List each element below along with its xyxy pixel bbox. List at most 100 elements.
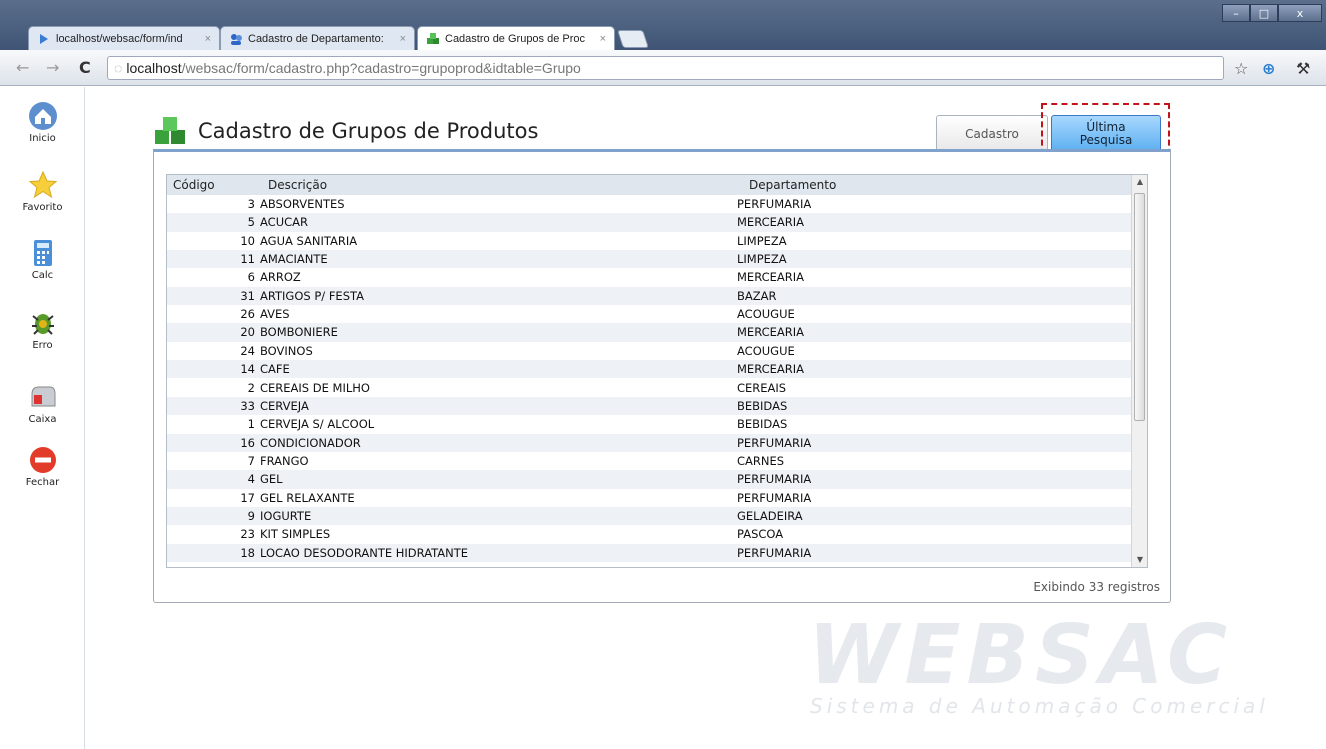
cell-descricao: FRANGO	[260, 453, 309, 468]
cell-codigo: 20	[240, 325, 255, 340]
table-row[interactable]: 17 GEL RELAXANTE PERFUMARIA	[167, 488, 1133, 507]
cell-departamento: ACOUGUE	[737, 343, 795, 358]
scroll-down-icon[interactable]: ▼	[1132, 553, 1147, 567]
table-row[interactable]: 2 CEREAIS DE MILHO CEREAIS	[167, 378, 1133, 397]
cell-descricao: CERVEJA S/ ALCOOL	[260, 417, 375, 432]
grid-scrollbar[interactable]: ▲ ▼	[1131, 175, 1147, 567]
tab-close-icon[interactable]: ×	[400, 33, 406, 45]
browser-tab-2[interactable]: Cadastro de Departamento: ×	[220, 26, 415, 50]
table-row[interactable]: 1 CERVEJA S/ ALCOOL BEBIDAS	[167, 415, 1133, 434]
cell-codigo: 24	[240, 343, 255, 358]
url-path: /websac/form/cadastro.php?cadastro=grupo…	[181, 60, 581, 76]
cell-descricao: CAFE	[260, 362, 290, 377]
close-window-button[interactable]: x	[1278, 4, 1322, 22]
cell-codigo: 7	[247, 453, 255, 468]
cell-codigo: 16	[240, 435, 255, 450]
browser-titlebar: localhost/websac/form/ind × Cadastro de …	[0, 0, 1326, 50]
cell-descricao: GEL RELAXANTE	[260, 490, 355, 505]
table-row[interactable]: 18 LOCAO DESODORANTE HIDRATANTE PERFUMARIA	[167, 543, 1133, 562]
sidebar-item-label: Inicio	[29, 133, 56, 144]
cell-codigo: 14	[240, 362, 255, 377]
tab-close-icon[interactable]: ×	[600, 33, 606, 45]
cell-descricao: AVES	[260, 307, 290, 322]
cell-departamento: MERCEARIA	[737, 270, 805, 285]
cell-codigo: 3	[247, 197, 255, 211]
table-row[interactable]: 10 AGUA SANITARIA LIMPEZA	[167, 231, 1133, 251]
cell-descricao: GEL	[260, 472, 283, 487]
users-icon	[229, 32, 243, 46]
cell-codigo: 2	[247, 380, 255, 395]
websac-watermark-logo: WEBSAC	[808, 608, 1234, 703]
table-row[interactable]: 4 GEL PERFUMARIA	[167, 470, 1133, 489]
sidebar-item-label: Erro	[32, 340, 53, 351]
extension-icon[interactable]: ⊕	[1262, 59, 1275, 78]
table-row[interactable]: 14 CAFE MERCEARIA	[167, 360, 1133, 379]
table-row[interactable]: 3 ABSORVENTES PERFUMARIA	[167, 195, 1133, 214]
grid-header: Código Descrição Departamento	[167, 175, 1133, 195]
sidebar-item-favorito[interactable]: Favorito	[0, 170, 85, 213]
new-tab-button[interactable]	[617, 30, 649, 48]
cell-departamento: GELADEIRA	[737, 508, 803, 523]
minimize-button[interactable]: –	[1222, 4, 1250, 22]
cell-departamento: MERCEARIA	[737, 362, 805, 377]
table-row[interactable]: 33 CERVEJA BEBIDAS	[167, 396, 1133, 416]
cell-descricao: ABSORVENTES	[260, 197, 345, 211]
cell-codigo: 33	[240, 398, 255, 413]
table-row[interactable]: 26 AVES ACOUGUE	[167, 305, 1133, 324]
table-row[interactable]: 24 BOVINOS ACOUGUE	[167, 341, 1133, 361]
results-panel: Código Descrição Departamento 3 ABSORVENT…	[153, 149, 1171, 603]
table-row[interactable]: 31 ARTIGOS P/ FESTA BAZAR	[167, 286, 1133, 306]
sidebar-item-calc[interactable]: Calc	[0, 238, 85, 281]
header-codigo[interactable]: Código	[173, 178, 215, 192]
cell-codigo: 11	[240, 252, 255, 267]
sidebar-item-fechar[interactable]: Fechar	[0, 445, 85, 488]
cell-descricao: BOVINOS	[260, 343, 313, 358]
sidebar-item-label: Favorito	[22, 202, 63, 213]
header-departamento[interactable]: Departamento	[749, 178, 836, 192]
address-bar[interactable]: ◌ localhost /websac/form/cadastro.php?ca…	[107, 56, 1224, 80]
cell-departamento: BEBIDAS	[737, 417, 788, 432]
table-row[interactable]: 11 AMACIANTE LIMPEZA	[167, 250, 1133, 269]
cubes-icon	[153, 116, 189, 146]
tab-close-icon[interactable]: ×	[205, 33, 211, 45]
table-row[interactable]: 20 BOMBONIERE MERCEARIA	[167, 323, 1133, 342]
table-row[interactable]: 6 ARROZ MERCEARIA	[167, 268, 1133, 287]
table-row[interactable]: 7 FRANGO CARNES	[167, 451, 1133, 471]
cell-departamento: PERFUMARIA	[737, 490, 812, 505]
page-title: Cadastro de Grupos de Produtos	[198, 119, 539, 143]
forward-arrow-icon[interactable]: →	[46, 58, 59, 77]
browser-tab-3[interactable]: Cadastro de Grupos de Proc ×	[417, 26, 615, 50]
table-row[interactable]: 9 IOGURTE GELADEIRA	[167, 506, 1133, 526]
table-row[interactable]: 16 CONDICIONADOR PERFUMARIA	[167, 433, 1133, 452]
globe-icon: ◌	[114, 60, 123, 76]
reload-icon[interactable]: C	[79, 58, 91, 77]
sidebar-item-label: Fechar	[25, 477, 60, 488]
cell-departamento: PASCOA	[737, 527, 784, 542]
cell-descricao: CEREAIS DE MILHO	[260, 380, 370, 395]
scroll-thumb[interactable]	[1134, 193, 1145, 421]
cell-departamento: LIMPEZA	[737, 252, 787, 267]
scroll-up-icon[interactable]: ▲	[1132, 175, 1147, 189]
cell-descricao: ARROZ	[260, 270, 301, 285]
back-arrow-icon[interactable]: ←	[16, 58, 29, 77]
cell-departamento: CEREAIS	[737, 380, 787, 395]
bookmark-star-icon[interactable]: ☆	[1234, 59, 1248, 78]
tab-cadastro[interactable]: Cadastro	[936, 115, 1048, 153]
cell-descricao: LOCAO DESODORANTE HIDRATANTE	[260, 545, 469, 560]
table-row[interactable]: 5 ACUCAR MERCEARIA	[167, 213, 1133, 232]
browser-tab-1[interactable]: localhost/websac/form/ind ×	[28, 26, 220, 50]
header-descricao[interactable]: Descrição	[268, 178, 327, 192]
table-row[interactable]: 23 KIT SIMPLES PASCOA	[167, 525, 1133, 544]
cell-codigo: 1	[247, 417, 255, 432]
maximize-button[interactable]: □	[1250, 4, 1278, 22]
cell-descricao: ACUCAR	[260, 215, 308, 230]
calculator-icon	[28, 238, 58, 268]
cell-departamento: MERCEARIA	[737, 215, 805, 230]
sidebar-item-erro[interactable]: Erro	[0, 308, 85, 351]
cell-departamento: PERFUMARIA	[737, 472, 812, 487]
sidebar-item-inicio[interactable]: Inicio	[0, 101, 85, 144]
cell-departamento: CARNES	[737, 453, 785, 468]
sidebar-item-caixa[interactable]: Caixa	[0, 382, 85, 425]
mailbox-icon	[28, 382, 58, 412]
wrench-icon[interactable]: ⚒	[1296, 59, 1310, 78]
